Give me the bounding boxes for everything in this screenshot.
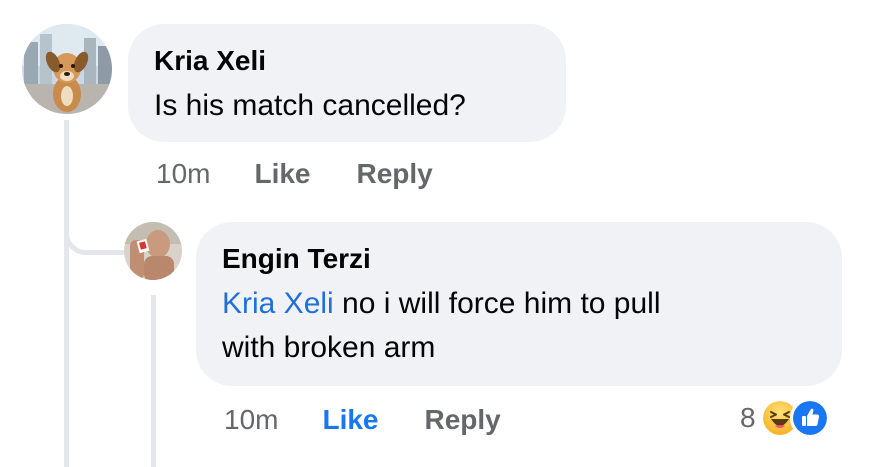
reply-thread-line [151,295,156,467]
reply-connector-line [64,180,124,255]
reply-reactions[interactable]: 8 [740,398,830,438]
reply-reply-button[interactable]: Reply [425,404,501,436]
dog-avatar-image [22,24,112,114]
reply-actions: 10m Like Reply [224,404,501,436]
reply-like-button[interactable]: Like [322,404,378,436]
reply-text-line2: with broken arm [222,331,436,364]
comment-timestamp[interactable]: 10m [156,158,210,190]
reply-bubble: Engin Terzi Kria Xeli no i will force hi… [196,222,842,386]
comment-text: Is his match cancelled? [154,89,466,122]
comment-bubble: Kria Xeli Is his match cancelled? [128,24,566,142]
reply-timestamp[interactable]: 10m [224,404,278,436]
avatar-kria-xeli[interactable] [22,24,112,114]
reply-author[interactable]: Engin Terzi [222,242,816,276]
comment-like-button[interactable]: Like [254,158,310,190]
reply-mention-link[interactable]: Kria Xeli [222,287,334,320]
avatar-engin-terzi[interactable] [124,222,182,280]
comment-actions: 10m Like Reply [156,158,433,190]
reply-text-line1: no i will force him to pull [333,287,661,320]
reaction-count: 8 [740,402,756,433]
comment-author[interactable]: Kria Xeli [154,44,540,78]
thread-line [64,120,69,467]
reply-text: Kria Xeli no i will force him to pull wit… [222,282,816,370]
comment-reply-button[interactable]: Reply [357,158,433,190]
person-avatar-image [124,222,182,280]
like-icon [789,398,830,438]
